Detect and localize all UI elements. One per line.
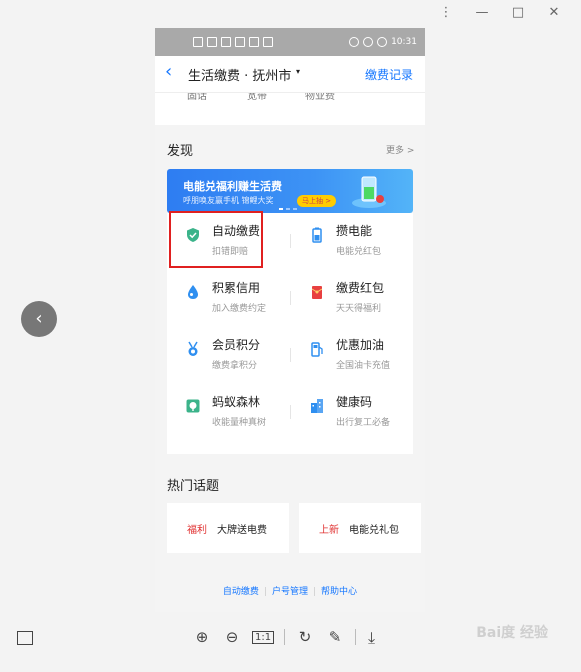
- watermark: Bai度 经验: [476, 625, 548, 641]
- topic-text: 大牌送电费: [217, 525, 267, 536]
- window-controls: ⋮ — □ ✕: [439, 6, 561, 20]
- more-link[interactable]: 更多 >: [386, 143, 414, 156]
- banner-button[interactable]: 马上抽 >: [297, 195, 337, 207]
- divider: [355, 629, 357, 645]
- status-icons-left: [193, 37, 273, 47]
- battery-icon: [312, 227, 322, 243]
- service-name: 积累信用: [212, 281, 261, 295]
- sim-icon: [193, 37, 203, 47]
- fuel-icon: [311, 342, 323, 357]
- service-name: 缴费红包: [336, 281, 385, 295]
- service-credit[interactable]: 积累信用 加入缴费约定: [167, 270, 285, 326]
- banner-title: 电能兑福利赚生活费: [183, 180, 282, 193]
- previous-items-strip: 固话 宽带 物业费: [155, 93, 425, 125]
- service-red-packet[interactable]: 缴费红包 天天得福利: [291, 270, 409, 326]
- download-icon[interactable]: ⤓: [368, 628, 375, 648]
- footer-links: 自动缴费 | 户号管理 | 帮助中心: [155, 584, 425, 597]
- service-points[interactable]: 会员积分 缴费拿积分: [167, 327, 285, 383]
- service-name: 健康码: [336, 395, 373, 409]
- footer-link-help[interactable]: 帮助中心: [316, 587, 362, 597]
- zoom-out-icon[interactable]: ⊖: [222, 628, 242, 646]
- service-desc: 天天得福利: [336, 304, 382, 314]
- building-icon: [311, 399, 323, 413]
- thumbnail-toggle-icon[interactable]: [17, 631, 33, 645]
- maximize-icon[interactable]: □: [511, 6, 525, 20]
- tree-icon: [186, 399, 200, 413]
- actual-size-icon[interactable]: 1:1: [252, 630, 275, 644]
- service-desc: 出行复工必备: [336, 418, 391, 428]
- menu-icon[interactable]: ⋮: [439, 6, 453, 20]
- chevron-left-icon[interactable]: ‹: [165, 63, 172, 81]
- promo-banner[interactable]: 电能兑福利赚生活费 呼朋唤友赢手机 锦鲤大奖 马上抽 >: [167, 169, 413, 213]
- status-bar: 10:31: [155, 28, 425, 56]
- divider: [284, 629, 286, 645]
- viewer-toolbar: ⊕ ⊖ 1:1 ↻ ✎: [192, 628, 357, 646]
- footer-link-account[interactable]: 户号管理: [267, 587, 313, 597]
- service-health-code[interactable]: 健康码 出行复工必备: [291, 384, 409, 440]
- list-item[interactable]: 宽带: [247, 93, 267, 102]
- banner-pagination: [279, 208, 297, 210]
- phone-screen: 10:31 ‹ 生活缴费 · 抚州市 ▾ 缴费记录 固话 宽带 物业费 发现 更…: [155, 28, 425, 612]
- previous-image-button[interactable]: ‹: [21, 301, 57, 337]
- service-desc: 全国油卡充值: [336, 361, 391, 371]
- footer-link-auto-pay[interactable]: 自动缴费: [218, 587, 264, 597]
- service-name: 攒电能: [336, 224, 373, 238]
- signal-icon: [207, 37, 217, 47]
- red-envelope-icon: [311, 286, 323, 299]
- medal-icon: [188, 341, 198, 356]
- wifi-icon: [221, 37, 231, 47]
- rotate-icon[interactable]: ↻: [295, 628, 315, 646]
- alarm-icon: [363, 37, 374, 47]
- list-item[interactable]: 固话: [187, 93, 207, 102]
- edit-icon[interactable]: ✎: [325, 628, 345, 646]
- banner-subtitle: 呼朋唤友赢手机 锦鲤大奖: [183, 196, 274, 205]
- service-name: 优惠加油: [336, 338, 385, 352]
- status-icons-right: 10:31: [349, 37, 417, 47]
- app-icon: [235, 37, 245, 47]
- water-drop-icon: [188, 285, 198, 299]
- status-time: 10:31: [391, 37, 417, 47]
- minimize-icon[interactable]: —: [475, 6, 489, 20]
- discover-title: 发现: [167, 144, 194, 159]
- close-icon[interactable]: ✕: [547, 6, 561, 20]
- hot-topics-title: 热门话题: [167, 479, 220, 494]
- app-icon: [249, 37, 259, 47]
- battery-status-icon: [377, 37, 388, 47]
- chevron-down-icon[interactable]: ▾: [296, 67, 300, 76]
- eye-icon: [349, 37, 360, 47]
- service-name: 蚂蚁森林: [212, 395, 261, 409]
- payment-record-link[interactable]: 缴费记录: [365, 66, 413, 83]
- service-desc: 加入缴费约定: [212, 304, 267, 314]
- service-name: 会员积分: [212, 338, 261, 352]
- service-desc: 收能量种真树: [212, 418, 267, 428]
- list-item[interactable]: 物业费: [305, 93, 335, 102]
- topic-card[interactable]: 上新 电能兑礼包: [299, 503, 421, 553]
- battery-art-icon: [352, 176, 386, 208]
- highlight-box: [169, 211, 263, 268]
- service-desc: 电能兑红包: [336, 247, 382, 257]
- service-desc: 缴费拿积分: [212, 361, 258, 371]
- service-fuel[interactable]: 优惠加油 全国油卡充值: [291, 327, 409, 383]
- topic-tag: 上新: [319, 525, 339, 536]
- app-icon: [263, 37, 273, 47]
- service-energy[interactable]: 攒电能 电能兑红包: [291, 213, 409, 269]
- page-title[interactable]: 生活缴费 · 抚州市: [188, 65, 291, 84]
- nav-bar: ‹ 生活缴费 · 抚州市 ▾ 缴费记录: [155, 56, 425, 93]
- zoom-in-icon[interactable]: ⊕: [192, 628, 212, 646]
- topic-card[interactable]: 福利 大牌送电费: [167, 503, 289, 553]
- topic-tag: 福利: [187, 525, 207, 536]
- topic-text: 电能兑礼包: [349, 525, 399, 536]
- service-forest[interactable]: 蚂蚁森林 收能量种真树: [167, 384, 285, 440]
